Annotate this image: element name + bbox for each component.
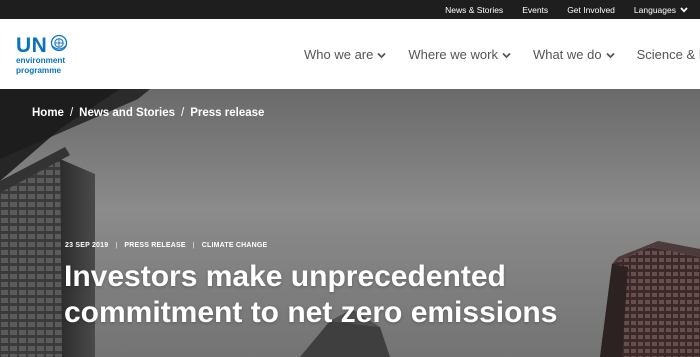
breadcrumb-news-stories[interactable]: News and Stories bbox=[79, 107, 175, 119]
main-navigation: UN environment programme Who we are Wher… bbox=[0, 19, 700, 89]
article-type-tag[interactable]: PRESS RELEASE bbox=[124, 242, 185, 249]
nav-item-science-data[interactable]: Science & Data bbox=[637, 47, 700, 62]
topbar-link-news-stories[interactable]: News & Stories bbox=[445, 5, 503, 15]
article-date: 23 SEP 2019 bbox=[65, 242, 109, 249]
breadcrumb-separator: / bbox=[69, 107, 74, 119]
chevron-down-icon bbox=[605, 47, 615, 62]
nav-item-label: Where we work bbox=[408, 47, 498, 62]
logo-line-1: environment bbox=[16, 56, 66, 65]
chevron-down-icon bbox=[377, 47, 387, 62]
languages-dropdown[interactable]: Languages bbox=[634, 5, 688, 15]
breadcrumb-press-release[interactable]: Press release bbox=[190, 107, 264, 119]
nav-item-what-we-do[interactable]: What we do bbox=[533, 47, 615, 62]
unep-logo[interactable]: UN environment programme bbox=[16, 34, 86, 80]
meta-separator: | bbox=[192, 242, 195, 249]
nav-item-who-we-are[interactable]: Who we are bbox=[304, 47, 387, 62]
logo-line-2: programme bbox=[16, 65, 62, 75]
meta-separator: | bbox=[115, 242, 118, 249]
primary-nav-links: Who we are Where we work What we do Scie… bbox=[304, 47, 700, 62]
article-title: Investors make unprecedented commitment … bbox=[64, 260, 558, 329]
un-emblem-icon bbox=[50, 34, 68, 56]
logo-mark: UN bbox=[16, 33, 48, 57]
nav-item-label: What we do bbox=[532, 47, 602, 62]
topbar-link-get-involved[interactable]: Get Involved bbox=[567, 5, 615, 15]
hero-banner: Home / News and Stories / Press release … bbox=[0, 89, 700, 357]
nav-item-label: Who we are bbox=[304, 47, 374, 62]
breadcrumb-home[interactable]: Home bbox=[32, 107, 64, 119]
nav-item-label: Science & Data bbox=[636, 47, 700, 62]
utility-bar: News & Stories Events Get Involved Langu… bbox=[0, 0, 700, 19]
languages-label: Languages bbox=[633, 4, 676, 15]
article-topic-tag[interactable]: CLIMATE CHANGE bbox=[202, 242, 268, 249]
chevron-down-icon bbox=[502, 47, 511, 62]
nav-item-where-we-work[interactable]: Where we work bbox=[408, 47, 511, 62]
article-meta: 23 SEP 2019 | PRESS RELEASE | CLIMATE CH… bbox=[65, 242, 267, 249]
breadcrumb: Home / News and Stories / Press release bbox=[32, 107, 264, 119]
breadcrumb-separator: / bbox=[181, 107, 185, 119]
chevron-down-icon bbox=[680, 5, 688, 15]
topbar-link-events[interactable]: Events bbox=[522, 5, 548, 15]
